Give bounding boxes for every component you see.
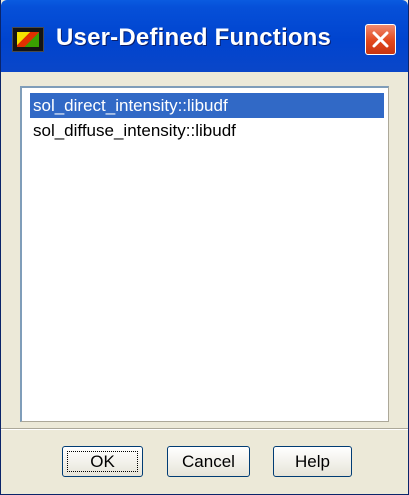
close-button[interactable]: [365, 24, 396, 55]
list-item[interactable]: sol_direct_intensity::libudf: [30, 93, 384, 118]
help-button[interactable]: Help: [273, 446, 352, 477]
functions-list[interactable]: sol_direct_intensity::libudf sol_diffuse…: [20, 86, 389, 422]
cancel-button[interactable]: Cancel: [167, 446, 250, 477]
help-button-label: Help: [295, 452, 330, 471]
app-icon-glyph: [17, 32, 39, 47]
ok-button[interactable]: OK: [62, 446, 143, 477]
list-item[interactable]: sol_diffuse_intensity::libudf: [30, 118, 236, 143]
close-icon: [372, 31, 389, 48]
cancel-button-label: Cancel: [182, 452, 235, 471]
divider: [1, 428, 408, 430]
app-icon: [12, 27, 44, 52]
user-defined-functions-dialog: User-Defined Functions sol_direct_intens…: [0, 0, 409, 495]
title-bar[interactable]: User-Defined Functions: [1, 0, 408, 72]
ok-button-label: OK: [90, 452, 115, 471]
window-title: User-Defined Functions: [56, 24, 332, 51]
